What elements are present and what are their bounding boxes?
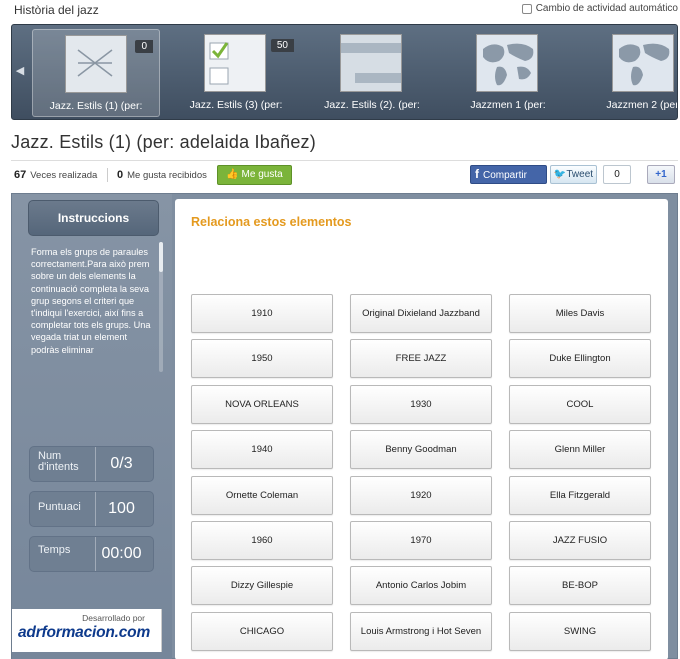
carousel-item-caption: Jazz. Estils (3) (per: bbox=[189, 99, 283, 111]
match-tile[interactable]: 1970 bbox=[350, 521, 492, 560]
matching-board: Relaciona estos elementos 1910 Original D… bbox=[175, 199, 668, 659]
match-tile[interactable]: Dizzy Gillespie bbox=[191, 566, 333, 605]
match-tile[interactable]: Ornette Coleman bbox=[191, 476, 333, 515]
instructions-button[interactable]: Instruccions bbox=[28, 200, 159, 236]
match-tile[interactable]: NOVA ORLEANS bbox=[191, 385, 333, 424]
auto-change-checkbox[interactable] bbox=[521, 3, 532, 14]
match-tile[interactable]: Ella Fitzgerald bbox=[509, 476, 651, 515]
match-tile[interactable]: 1960 bbox=[191, 521, 333, 560]
developer-logo[interactable]: Desarrollado por adrformacion.com bbox=[12, 609, 162, 652]
carousel-prev-icon[interactable]: ◀ bbox=[13, 61, 27, 81]
match-tile[interactable]: 1910 bbox=[191, 294, 333, 333]
brand-logo: adrformacion.com bbox=[18, 624, 151, 641]
facebook-icon: f bbox=[475, 167, 479, 181]
match-tile[interactable]: Miles Davis bbox=[509, 294, 651, 333]
instructions-scrollbar[interactable] bbox=[159, 242, 163, 372]
match-tile[interactable]: CHICAGO bbox=[191, 612, 333, 651]
order-thumbnail-icon bbox=[340, 34, 402, 92]
top-bar: Història del jazz Cambio de actividad au… bbox=[0, 0, 680, 22]
match-tile[interactable]: Original Dixieland Jazzband bbox=[350, 294, 492, 333]
tweet-count: 0 bbox=[603, 165, 631, 184]
carousel-item-caption: Jazz. Estils (1) (per: bbox=[49, 100, 143, 112]
world-map-icon bbox=[612, 34, 674, 92]
like-button-label: Me gusta bbox=[241, 169, 283, 180]
carousel-item-5[interactable]: Jazzmen 2 (per: bbox=[580, 29, 678, 117]
match-tile[interactable]: 1950 bbox=[191, 339, 333, 378]
match-tile[interactable]: JAZZ FUSIO bbox=[509, 521, 651, 560]
board-title: Relaciona estos elementos bbox=[191, 215, 352, 229]
carousel-item-caption: Jazzmen 1 (per: bbox=[470, 99, 546, 111]
carousel-item-caption: Jazz. Estils (2). (per: bbox=[324, 99, 420, 111]
score-badge: 0 bbox=[135, 40, 153, 53]
carousel-item-2[interactable]: 50 Jazz. Estils (3) (per: bbox=[172, 29, 300, 117]
thumb-up-icon: 👍 bbox=[226, 169, 239, 180]
carousel-item-caption: Jazzmen 2 (per: bbox=[606, 99, 678, 111]
tweet-button[interactable]: 🐦Tweet bbox=[550, 165, 597, 184]
match-tile[interactable]: Louis Armstrong i Hot Seven bbox=[350, 612, 492, 651]
times-done-label: Veces realizada bbox=[30, 170, 98, 181]
likes-stat: 0 Me gusta recibidos bbox=[117, 169, 207, 181]
share-button-label: Compartir bbox=[483, 170, 527, 181]
auto-change-toggle[interactable]: Cambio de actividad automático bbox=[521, 3, 678, 14]
time-value: 00:00 bbox=[95, 537, 147, 571]
match-tile[interactable]: FREE JAZZ bbox=[350, 339, 492, 378]
collection-title: Història del jazz bbox=[14, 3, 99, 17]
match-tile[interactable]: Duke Ellington bbox=[509, 339, 651, 378]
scrollbar-thumb[interactable] bbox=[159, 242, 163, 272]
developed-by-label: Desarrollado por bbox=[82, 613, 145, 623]
tweet-button-label: Tweet bbox=[566, 169, 594, 180]
time-box: Temps 00:00 bbox=[29, 536, 154, 572]
match-tile[interactable]: Benny Goodman bbox=[350, 430, 492, 469]
carousel-item-4[interactable]: Jazzmen 1 (per: bbox=[444, 29, 572, 117]
facebook-share-button[interactable]: f Compartir bbox=[470, 165, 547, 184]
match-tile[interactable]: BE-BOP bbox=[509, 566, 651, 605]
quiz-thumbnail-icon bbox=[204, 34, 266, 92]
match-tile[interactable]: 1940 bbox=[191, 430, 333, 469]
match-tile[interactable]: 1920 bbox=[350, 476, 492, 515]
likes-value: 0 bbox=[117, 169, 124, 181]
times-done-value: 67 bbox=[14, 169, 27, 181]
auto-change-label: Cambio de actividad automático bbox=[535, 3, 678, 14]
match-tile[interactable]: 1930 bbox=[350, 385, 492, 424]
match-thumbnail-icon bbox=[65, 35, 127, 93]
match-tile[interactable]: Antonio Carlos Jobim bbox=[350, 566, 492, 605]
attempts-label: Num d'intents bbox=[38, 450, 79, 473]
score-badge: 50 bbox=[270, 39, 294, 52]
google-plus-button[interactable]: +1 bbox=[647, 165, 675, 184]
world-map-icon bbox=[476, 34, 538, 92]
carousel-item-3[interactable]: Jazz. Estils (2). (per: bbox=[308, 29, 436, 117]
activity-stats-bar: 67 Veces realizada 0 Me gusta recibidos 👍 … bbox=[11, 160, 678, 188]
activity-carousel: ◀ ▶ 0 Jazz. Estils (1) (per: 50 Jazz. Es… bbox=[11, 24, 678, 120]
like-button[interactable]: 👍 Me gusta bbox=[217, 165, 292, 185]
attempts-box: Num d'intents 0/3 bbox=[29, 446, 154, 482]
times-done-stat: 67 Veces realizada bbox=[14, 169, 97, 181]
score-label: Puntuaci bbox=[38, 501, 81, 513]
carousel-item-1[interactable]: 0 Jazz. Estils (1) (per: bbox=[32, 29, 160, 117]
divider bbox=[107, 168, 108, 182]
score-box: Puntuaci 100 bbox=[29, 491, 154, 527]
match-tile[interactable]: Glenn Miller bbox=[509, 430, 651, 469]
instructions-text: Forma els grups de paraules correctament… bbox=[31, 247, 151, 355]
match-tile[interactable]: COOL bbox=[509, 385, 651, 424]
activity-title: Jazz. Estils (1) (per: adelaida Ibañez) bbox=[11, 132, 316, 152]
score-value: 100 bbox=[95, 492, 147, 526]
twitter-bird-icon: 🐦 bbox=[553, 169, 567, 180]
activity-frame: Instruccions Forma els grups de paraules… bbox=[11, 193, 678, 659]
time-label: Temps bbox=[38, 544, 71, 556]
match-tile[interactable]: SWING bbox=[509, 612, 651, 651]
attempts-value: 0/3 bbox=[95, 447, 147, 481]
likes-label: Me gusta recibidos bbox=[127, 170, 207, 181]
activity-sidebar: Instruccions Forma els grups de paraules… bbox=[12, 194, 172, 659]
